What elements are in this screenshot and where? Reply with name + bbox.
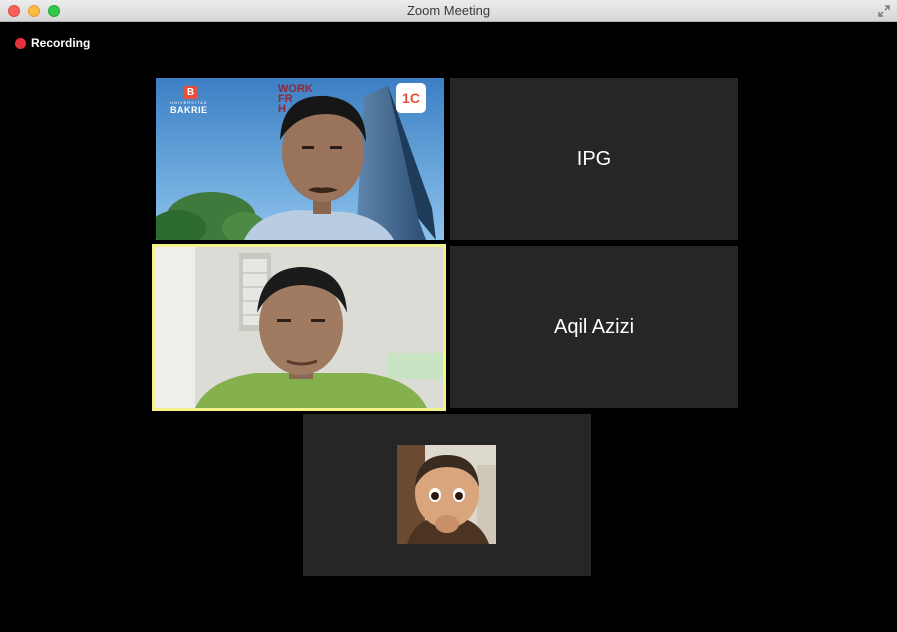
participant-tile-ipg[interactable]: IPG <box>450 78 738 240</box>
brand-mark: B <box>184 86 197 99</box>
record-icon <box>15 37 26 49</box>
wfh-line-3: H <box>278 103 286 115</box>
avatar <box>397 445 496 544</box>
participant-tile-avatar[interactable] <box>303 414 591 576</box>
recording-label: Recording <box>31 36 91 50</box>
anniversary-badge: 1C <box>396 83 426 113</box>
title-bar: Zoom Meeting <box>0 0 897 22</box>
recording-indicator: Recording <box>15 36 90 50</box>
participant-video-tile-1[interactable]: B UNIVERSITAS BAKRIE WORK FR H 1C <box>156 78 444 240</box>
window-title: Zoom Meeting <box>406 3 491 18</box>
participant-video-tile-active-speaker[interactable] <box>152 244 446 411</box>
participant-name: IPG <box>576 147 612 170</box>
participant-tile-aqil-azizi[interactable]: Aqil Azizi <box>450 246 738 408</box>
fullscreen-icon[interactable] <box>877 4 891 18</box>
avatar-photo <box>397 445 496 544</box>
zoom-meeting-window: Zoom Meeting Recording B UNIVERSITAS BAK… <box>0 0 897 632</box>
brand-name: BAKRIE <box>170 105 208 115</box>
university-logo: B UNIVERSITAS BAKRIE <box>170 86 208 115</box>
wfh-text: WORK FR H <box>278 84 313 115</box>
participant-video-2 <box>155 247 443 408</box>
participant-name: Aqil Azizi <box>553 315 635 338</box>
